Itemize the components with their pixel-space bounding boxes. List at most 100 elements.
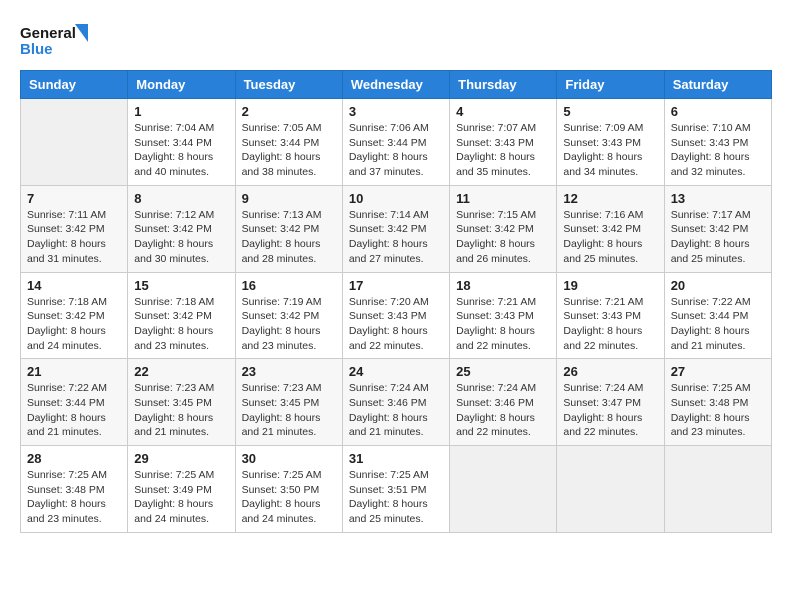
day-info: Sunrise: 7:22 AM Sunset: 3:44 PM Dayligh… bbox=[27, 381, 121, 440]
calendar-cell: 5 Sunrise: 7:09 AM Sunset: 3:43 PM Daylig… bbox=[557, 99, 664, 186]
day-number: 10 bbox=[349, 191, 443, 206]
day-number: 11 bbox=[456, 191, 550, 206]
day-number: 20 bbox=[671, 278, 765, 293]
calendar-week-2: 14 Sunrise: 7:18 AM Sunset: 3:42 PM Dayli… bbox=[21, 272, 772, 359]
day-number: 27 bbox=[671, 364, 765, 379]
day-number: 16 bbox=[242, 278, 336, 293]
day-number: 3 bbox=[349, 104, 443, 119]
calendar-cell: 13 Sunrise: 7:17 AM Sunset: 3:42 PM Dayli… bbox=[664, 185, 771, 272]
calendar-cell: 22 Sunrise: 7:23 AM Sunset: 3:45 PM Dayli… bbox=[128, 359, 235, 446]
calendar-cell: 12 Sunrise: 7:16 AM Sunset: 3:42 PM Dayli… bbox=[557, 185, 664, 272]
day-number: 24 bbox=[349, 364, 443, 379]
calendar-cell: 4Sunrise: 7:07 AM Sunset: 3:43 PM Daylig… bbox=[450, 99, 557, 186]
logo-svg: GeneralBlue bbox=[20, 20, 90, 60]
day-number: 6 bbox=[671, 104, 765, 119]
calendar-cell: 29 Sunrise: 7:25 AM Sunset: 3:49 PM Dayli… bbox=[128, 446, 235, 533]
day-info: Sunrise: 7:11 AM Sunset: 3:42 PM Dayligh… bbox=[27, 208, 121, 267]
calendar-cell bbox=[21, 99, 128, 186]
calendar-cell: 30Sunrise: 7:25 AM Sunset: 3:50 PM Dayli… bbox=[235, 446, 342, 533]
day-number: 14 bbox=[27, 278, 121, 293]
day-number: 29 bbox=[134, 451, 228, 466]
day-info: Sunrise: 7:05 AM Sunset: 3:44 PM Dayligh… bbox=[242, 121, 336, 180]
calendar-week-3: 21 Sunrise: 7:22 AM Sunset: 3:44 PM Dayli… bbox=[21, 359, 772, 446]
day-info: Sunrise: 7:24 AM Sunset: 3:46 PM Dayligh… bbox=[349, 381, 443, 440]
day-info: Sunrise: 7:22 AM Sunset: 3:44 PM Dayligh… bbox=[671, 295, 765, 354]
day-number: 25 bbox=[456, 364, 550, 379]
day-header-thursday: Thursday bbox=[450, 71, 557, 99]
day-number: 8 bbox=[134, 191, 228, 206]
day-header-saturday: Saturday bbox=[664, 71, 771, 99]
calendar-week-0: 1Sunrise: 7:04 AM Sunset: 3:44 PM Daylig… bbox=[21, 99, 772, 186]
calendar-table: SundayMondayTuesdayWednesdayThursdayFrid… bbox=[20, 70, 772, 533]
day-info: Sunrise: 7:07 AM Sunset: 3:43 PM Dayligh… bbox=[456, 121, 550, 180]
calendar-cell: 8 Sunrise: 7:12 AM Sunset: 3:42 PM Daylig… bbox=[128, 185, 235, 272]
day-info: Sunrise: 7:18 AM Sunset: 3:42 PM Dayligh… bbox=[27, 295, 121, 354]
svg-text:General: General bbox=[20, 25, 76, 42]
day-info: Sunrise: 7:06 AM Sunset: 3:44 PM Dayligh… bbox=[349, 121, 443, 180]
day-header-monday: Monday bbox=[128, 71, 235, 99]
day-info: Sunrise: 7:13 AM Sunset: 3:42 PM Dayligh… bbox=[242, 208, 336, 267]
day-info: Sunrise: 7:12 AM Sunset: 3:42 PM Dayligh… bbox=[134, 208, 228, 267]
calendar-cell: 25 Sunrise: 7:24 AM Sunset: 3:46 PM Dayli… bbox=[450, 359, 557, 446]
page-header: GeneralBlue bbox=[20, 20, 772, 60]
calendar-cell: 11Sunrise: 7:15 AM Sunset: 3:42 PM Dayli… bbox=[450, 185, 557, 272]
calendar-cell: 14 Sunrise: 7:18 AM Sunset: 3:42 PM Dayli… bbox=[21, 272, 128, 359]
day-number: 31 bbox=[349, 451, 443, 466]
calendar-cell: 21 Sunrise: 7:22 AM Sunset: 3:44 PM Dayli… bbox=[21, 359, 128, 446]
day-info: Sunrise: 7:25 AM Sunset: 3:48 PM Dayligh… bbox=[27, 468, 121, 527]
day-header-sunday: Sunday bbox=[21, 71, 128, 99]
day-number: 21 bbox=[27, 364, 121, 379]
day-info: Sunrise: 7:10 AM Sunset: 3:43 PM Dayligh… bbox=[671, 121, 765, 180]
day-info: Sunrise: 7:20 AM Sunset: 3:43 PM Dayligh… bbox=[349, 295, 443, 354]
day-info: Sunrise: 7:23 AM Sunset: 3:45 PM Dayligh… bbox=[242, 381, 336, 440]
calendar-cell: 16Sunrise: 7:19 AM Sunset: 3:42 PM Dayli… bbox=[235, 272, 342, 359]
calendar-cell: 26 Sunrise: 7:24 AM Sunset: 3:47 PM Dayli… bbox=[557, 359, 664, 446]
day-info: Sunrise: 7:25 AM Sunset: 3:48 PM Dayligh… bbox=[671, 381, 765, 440]
day-info: Sunrise: 7:17 AM Sunset: 3:42 PM Dayligh… bbox=[671, 208, 765, 267]
day-info: Sunrise: 7:21 AM Sunset: 3:43 PM Dayligh… bbox=[563, 295, 657, 354]
calendar-cell: 9 Sunrise: 7:13 AM Sunset: 3:42 PM Daylig… bbox=[235, 185, 342, 272]
day-number: 17 bbox=[349, 278, 443, 293]
day-info: Sunrise: 7:04 AM Sunset: 3:44 PM Dayligh… bbox=[134, 121, 228, 180]
calendar-cell: 10Sunrise: 7:14 AM Sunset: 3:42 PM Dayli… bbox=[342, 185, 449, 272]
calendar-week-1: 7 Sunrise: 7:11 AM Sunset: 3:42 PM Daylig… bbox=[21, 185, 772, 272]
calendar-header-row: SundayMondayTuesdayWednesdayThursdayFrid… bbox=[21, 71, 772, 99]
calendar-cell: 19 Sunrise: 7:21 AM Sunset: 3:43 PM Dayli… bbox=[557, 272, 664, 359]
day-info: Sunrise: 7:24 AM Sunset: 3:46 PM Dayligh… bbox=[456, 381, 550, 440]
day-info: Sunrise: 7:16 AM Sunset: 3:42 PM Dayligh… bbox=[563, 208, 657, 267]
day-number: 26 bbox=[563, 364, 657, 379]
day-info: Sunrise: 7:25 AM Sunset: 3:51 PM Dayligh… bbox=[349, 468, 443, 527]
calendar-cell: 17 Sunrise: 7:20 AM Sunset: 3:43 PM Dayli… bbox=[342, 272, 449, 359]
day-header-tuesday: Tuesday bbox=[235, 71, 342, 99]
day-number: 19 bbox=[563, 278, 657, 293]
day-info: Sunrise: 7:24 AM Sunset: 3:47 PM Dayligh… bbox=[563, 381, 657, 440]
calendar-cell: 23 Sunrise: 7:23 AM Sunset: 3:45 PM Dayli… bbox=[235, 359, 342, 446]
logo: GeneralBlue bbox=[20, 20, 90, 60]
day-info: Sunrise: 7:25 AM Sunset: 3:49 PM Dayligh… bbox=[134, 468, 228, 527]
day-number: 28 bbox=[27, 451, 121, 466]
day-info: Sunrise: 7:18 AM Sunset: 3:42 PM Dayligh… bbox=[134, 295, 228, 354]
day-header-friday: Friday bbox=[557, 71, 664, 99]
calendar-cell: 18 Sunrise: 7:21 AM Sunset: 3:43 PM Dayli… bbox=[450, 272, 557, 359]
day-number: 23 bbox=[242, 364, 336, 379]
day-number: 9 bbox=[242, 191, 336, 206]
day-number: 5 bbox=[563, 104, 657, 119]
day-number: 7 bbox=[27, 191, 121, 206]
calendar-cell: 1Sunrise: 7:04 AM Sunset: 3:44 PM Daylig… bbox=[128, 99, 235, 186]
day-number: 12 bbox=[563, 191, 657, 206]
calendar-cell: 28 Sunrise: 7:25 AM Sunset: 3:48 PM Dayli… bbox=[21, 446, 128, 533]
calendar-cell: 3 Sunrise: 7:06 AM Sunset: 3:44 PM Daylig… bbox=[342, 99, 449, 186]
calendar-week-4: 28 Sunrise: 7:25 AM Sunset: 3:48 PM Dayli… bbox=[21, 446, 772, 533]
calendar-cell: 2Sunrise: 7:05 AM Sunset: 3:44 PM Daylig… bbox=[235, 99, 342, 186]
day-info: Sunrise: 7:09 AM Sunset: 3:43 PM Dayligh… bbox=[563, 121, 657, 180]
day-number: 22 bbox=[134, 364, 228, 379]
day-info: Sunrise: 7:23 AM Sunset: 3:45 PM Dayligh… bbox=[134, 381, 228, 440]
day-info: Sunrise: 7:21 AM Sunset: 3:43 PM Dayligh… bbox=[456, 295, 550, 354]
day-number: 18 bbox=[456, 278, 550, 293]
day-number: 13 bbox=[671, 191, 765, 206]
day-number: 15 bbox=[134, 278, 228, 293]
calendar-cell bbox=[450, 446, 557, 533]
svg-text:Blue: Blue bbox=[20, 41, 53, 58]
calendar-cell: 27 Sunrise: 7:25 AM Sunset: 3:48 PM Dayli… bbox=[664, 359, 771, 446]
calendar-cell: 6 Sunrise: 7:10 AM Sunset: 3:43 PM Daylig… bbox=[664, 99, 771, 186]
